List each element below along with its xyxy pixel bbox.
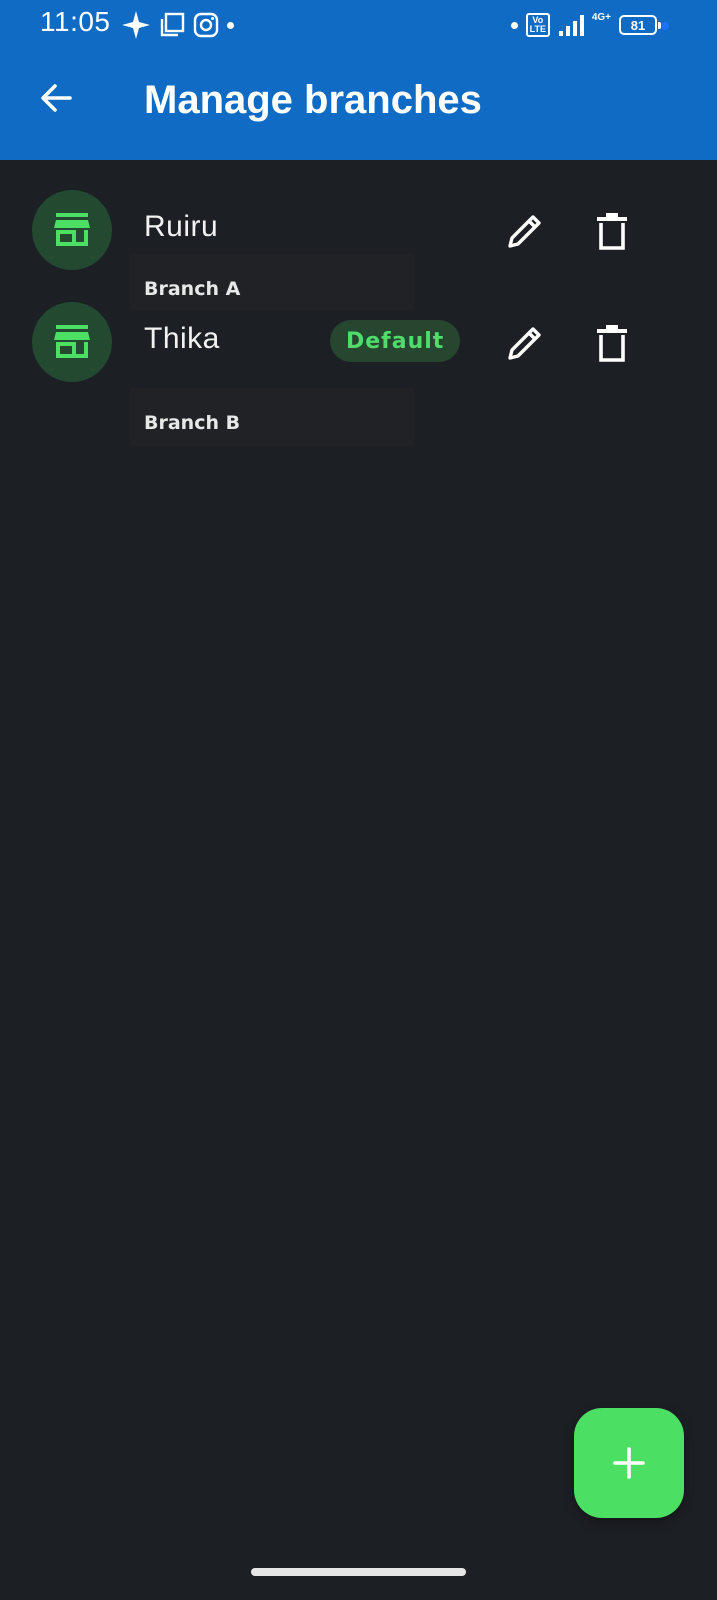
plus-icon — [613, 1447, 645, 1479]
volte-icon: Vo LTE — [525, 13, 550, 37]
add-branch-button[interactable] — [574, 1408, 684, 1518]
edit-branch-button[interactable] — [497, 203, 553, 259]
delete-branch-button[interactable] — [584, 203, 640, 259]
edit-branch-button[interactable] — [497, 315, 553, 371]
back-button[interactable] — [32, 74, 80, 122]
network-type-label: 4G+ — [591, 12, 611, 23]
status-right-icons: Vo LTE 4G+ 81 — [510, 10, 661, 40]
instagram-icon — [193, 12, 219, 38]
trash-icon — [597, 213, 627, 250]
branch-avatar — [32, 302, 112, 382]
top-bar: 11:05 Vo LTE 4G+ 81 Manage branches — [0, 0, 717, 160]
volte-bottom-label: LTE — [529, 24, 546, 34]
page-title: Manage branches — [144, 78, 482, 122]
storefront-icon — [54, 325, 90, 358]
status-left-icons — [121, 10, 234, 40]
battery-icon: 81 — [619, 15, 661, 35]
status-time: 11:05 — [40, 6, 111, 37]
notification-dot — [227, 21, 234, 29]
default-badge: Default — [330, 320, 461, 362]
branch-tooltip: Branch A — [130, 254, 414, 310]
branch-avatar — [32, 190, 112, 270]
branch-name: Ruiru — [144, 210, 219, 243]
branch-tooltip: Branch B — [130, 388, 414, 446]
app-screen: 11:05 Vo LTE 4G+ 81 Manage branches Ruir… — [0, 0, 717, 1600]
charging-indicator — [661, 22, 669, 30]
battery-level: 81 — [630, 17, 646, 33]
delete-branch-button[interactable] — [584, 315, 640, 371]
arrow-left-icon — [41, 84, 72, 112]
pencil-icon — [508, 215, 541, 248]
home-indicator[interactable] — [251, 1568, 466, 1576]
trash-icon — [597, 325, 627, 362]
signal-icon — [558, 15, 584, 36]
copy-icon — [160, 12, 185, 37]
storefront-icon — [54, 213, 90, 246]
status-bar: 11:05 Vo LTE 4G+ 81 — [0, 0, 717, 48]
pencil-icon — [508, 327, 541, 360]
sparkle-icon — [122, 11, 150, 39]
app-bar: Manage branches — [0, 48, 717, 160]
branch-name: Thika — [144, 322, 220, 355]
status-dot — [510, 21, 518, 29]
